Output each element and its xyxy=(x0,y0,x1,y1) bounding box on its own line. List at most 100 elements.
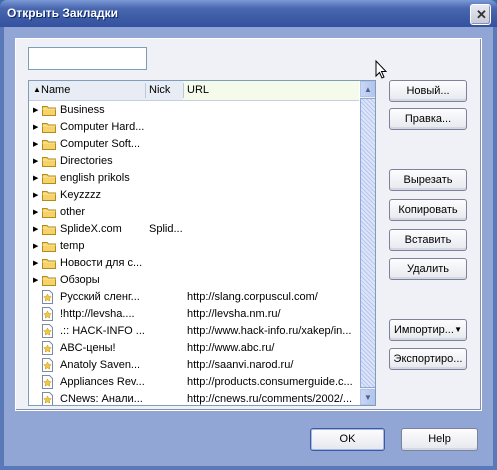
bookmark-name: !http://levsha.... xyxy=(60,308,135,320)
column-header-name[interactable]: Name xyxy=(41,84,70,96)
folder-name: Business xyxy=(60,104,105,116)
triangle-right-icon[interactable]: ▶ xyxy=(33,276,38,284)
triangle-right-icon[interactable]: ▶ xyxy=(33,225,38,233)
folder-icon xyxy=(42,241,56,252)
bookmark-url: http://cnews.ru/comments/2002/... xyxy=(187,393,353,405)
scroll-down-button[interactable]: ▼ xyxy=(360,389,375,405)
bookmark-icon xyxy=(42,358,53,372)
bookmark-row[interactable]: Anatoly Saven... http://saanvi.narod.ru/ xyxy=(29,357,359,374)
triangle-right-icon[interactable]: ▶ xyxy=(33,191,38,199)
bookmark-url: http://saanvi.narod.ru/ xyxy=(187,359,294,371)
help-button[interactable]: Help xyxy=(401,428,478,451)
bookmark-url: http://www.abc.ru/ xyxy=(187,342,275,354)
folder-name: Новости для с... xyxy=(60,257,143,269)
sort-arrow-icon: ▲ xyxy=(33,85,41,94)
paste-button[interactable]: Вставить xyxy=(389,229,467,251)
import-button-label: Импортир... xyxy=(394,324,454,336)
mouse-pointer-icon xyxy=(375,60,387,79)
bookmark-name: CNews: Анали... xyxy=(60,393,143,405)
bookmark-name: .:: HACK-INFO ... xyxy=(60,325,145,337)
bookmark-icon xyxy=(42,392,53,405)
bookmark-icon xyxy=(42,324,53,338)
bookmark-name: ABC-цены! xyxy=(60,342,116,354)
delete-button[interactable]: Удалить xyxy=(389,258,467,280)
bookmark-name: Anatoly Saven... xyxy=(60,359,141,371)
triangle-right-icon[interactable]: ▶ xyxy=(33,140,38,148)
scroll-up-button[interactable]: ▲ xyxy=(360,81,375,97)
bookmark-row[interactable]: !http://levsha.... http://levsha.nm.ru/ xyxy=(29,306,359,323)
title-bar[interactable]: Открыть Закладки ✕ xyxy=(0,0,497,27)
column-header-url[interactable]: URL xyxy=(187,84,209,96)
folder-row[interactable]: ▶ Business xyxy=(29,102,359,119)
close-icon: ✕ xyxy=(476,7,487,22)
column-header-nick[interactable]: Nick xyxy=(149,84,170,96)
folder-icon xyxy=(42,156,56,167)
folder-row[interactable]: ▶ Computer Soft... xyxy=(29,136,359,153)
folder-icon xyxy=(42,173,56,184)
folder-icon xyxy=(42,224,56,235)
triangle-down-icon: ▼ xyxy=(364,393,372,402)
import-button[interactable]: Импортир... ▼ xyxy=(389,319,467,341)
triangle-right-icon[interactable]: ▶ xyxy=(33,123,38,131)
column-divider[interactable] xyxy=(183,83,184,98)
bookmark-row[interactable]: ABC-цены! http://www.abc.ru/ xyxy=(29,340,359,357)
folder-icon xyxy=(42,275,56,286)
folder-icon xyxy=(42,122,56,133)
folder-row[interactable]: ▶ Computer Hard... xyxy=(29,119,359,136)
column-divider[interactable] xyxy=(145,83,146,98)
bookmark-icon xyxy=(42,290,53,304)
bookmark-url: http://slang.corpuscul.com/ xyxy=(187,291,318,303)
folder-row[interactable]: ▶ english prikols xyxy=(29,170,359,187)
export-button[interactable]: Экспортиро... xyxy=(389,348,467,370)
triangle-right-icon[interactable]: ▶ xyxy=(33,157,38,165)
list-header: ▲ Name Nick URL xyxy=(29,81,359,101)
folder-name: other xyxy=(60,206,86,218)
edit-button[interactable]: Правка... xyxy=(389,108,467,130)
triangle-right-icon[interactable]: ▶ xyxy=(33,242,38,250)
bookmark-row[interactable]: Appliances Rev... http://products.consume… xyxy=(29,374,359,391)
bookmark-url: http://products.consumerguide.c... xyxy=(187,376,353,388)
folder-row[interactable]: ▶ Keyzzzz xyxy=(29,187,359,204)
bookmarks-list[interactable]: ▲ Name Nick URL ▶ Business ▶ Computer Hard.… xyxy=(28,80,376,406)
url-column-highlight xyxy=(183,81,359,100)
bookmark-icon xyxy=(42,375,53,389)
bookmark-name: Русский сленг... xyxy=(60,291,140,303)
copy-button[interactable]: Копировать xyxy=(389,199,467,221)
folder-row[interactable]: ▶ Обзоры xyxy=(29,272,359,289)
new-button[interactable]: Новый... xyxy=(389,80,467,102)
triangle-right-icon[interactable]: ▶ xyxy=(33,174,38,182)
folder-icon xyxy=(42,139,56,150)
folder-name: SplideX.com xyxy=(60,223,122,235)
triangle-up-icon: ▲ xyxy=(364,85,372,94)
triangle-right-icon[interactable]: ▶ xyxy=(33,208,38,216)
folder-name: Обзоры xyxy=(60,274,100,286)
folder-name: temp xyxy=(60,240,85,252)
bookmark-row[interactable]: .:: HACK-INFO ... http://www.hack-info.ru… xyxy=(29,323,359,340)
close-button[interactable]: ✕ xyxy=(470,4,491,25)
folder-row[interactable]: ▶ SplideX.com Splid... xyxy=(29,221,359,238)
triangle-right-icon[interactable]: ▶ xyxy=(33,259,38,267)
folder-icon xyxy=(42,258,56,269)
bookmark-name: Appliances Rev... xyxy=(60,376,145,388)
folder-name: Directories xyxy=(60,155,113,167)
ok-button[interactable]: OK xyxy=(310,428,385,451)
folder-row[interactable]: ▶ Directories xyxy=(29,153,359,170)
vertical-scrollbar[interactable]: ▲ ▼ xyxy=(360,81,375,405)
folder-row[interactable]: ▶ Новости для с... xyxy=(29,255,359,272)
bookmark-row[interactable]: Русский сленг... http://slang.corpuscul.c… xyxy=(29,289,359,306)
scroll-thumb[interactable] xyxy=(360,98,375,388)
folder-row[interactable]: ▶ temp xyxy=(29,238,359,255)
bookmark-icon xyxy=(42,341,53,355)
folder-nick: Splid... xyxy=(149,223,183,235)
bookmark-row[interactable]: CNews: Анали... http://cnews.ru/comments/… xyxy=(29,391,359,405)
cut-button[interactable]: Вырезать xyxy=(389,169,467,191)
folder-name: Computer Hard... xyxy=(60,121,145,133)
list-rows: ▶ Business ▶ Computer Hard... ▶ Computer Soft… xyxy=(29,102,359,405)
search-input[interactable] xyxy=(28,47,147,70)
bookmark-icon xyxy=(42,307,53,321)
window-title: Открыть Закладки xyxy=(7,6,119,20)
folder-name: english prikols xyxy=(60,172,130,184)
folder-name: Keyzzzz xyxy=(60,189,101,201)
triangle-right-icon[interactable]: ▶ xyxy=(33,106,38,114)
folder-row[interactable]: ▶ other xyxy=(29,204,359,221)
